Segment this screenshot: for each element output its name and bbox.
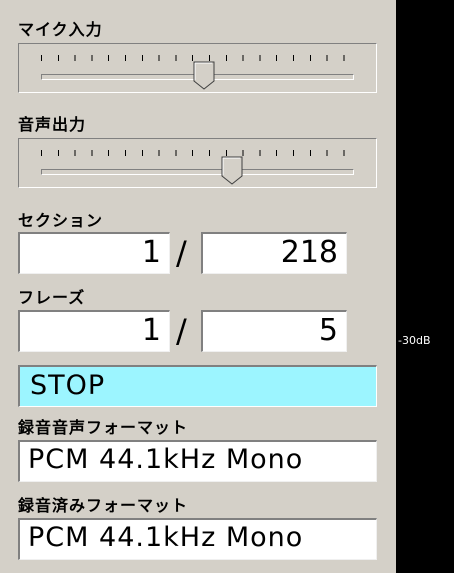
record-format-label: 録音音声フォーマット [18, 418, 189, 437]
section-separator: / [176, 234, 187, 272]
record-format-field[interactable]: PCM 44.1kHz Mono [18, 440, 377, 482]
section-current-field[interactable]: 1 [18, 232, 170, 274]
audio-output-label: 音声出力 [18, 115, 87, 134]
section-label: セクション [18, 211, 104, 230]
mic-input-label: マイク入力 [18, 20, 103, 39]
level-meter [396, 0, 454, 573]
control-panel: マイク入力 音声出力 セクション 1 / 218 フレーズ 1 / 5 STOP… [0, 0, 396, 573]
recorded-format-label: 録音済みフォーマット [18, 496, 189, 515]
recorded-format-field[interactable]: PCM 44.1kHz Mono [18, 518, 377, 560]
audio-output-slider[interactable] [18, 138, 377, 188]
output-slider-ticks [41, 150, 354, 156]
phrase-separator: / [176, 312, 187, 350]
mic-slider-thumb[interactable] [193, 61, 215, 90]
output-slider-thumb[interactable] [221, 156, 243, 185]
level-meter-db-label: -30dB [398, 334, 431, 347]
status-display: STOP [18, 365, 377, 407]
mic-input-slider[interactable] [18, 43, 377, 93]
phrase-total-field[interactable]: 5 [201, 310, 347, 352]
phrase-current-field[interactable]: 1 [18, 310, 170, 352]
section-total-field[interactable]: 218 [201, 232, 347, 274]
output-slider-track [41, 169, 354, 175]
phrase-label: フレーズ [18, 288, 86, 307]
